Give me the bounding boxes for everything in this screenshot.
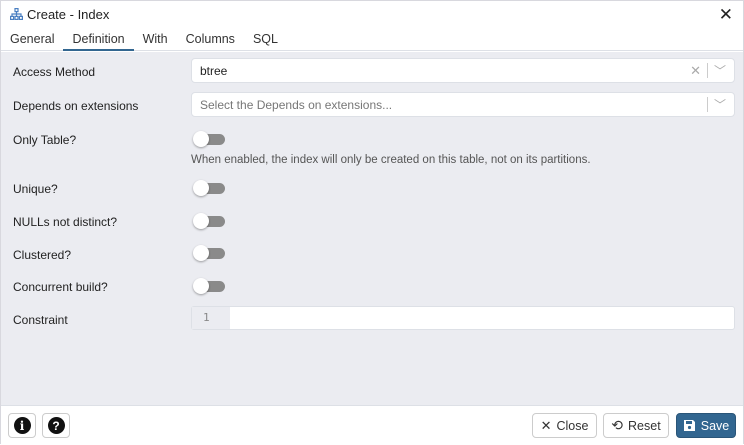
depends-label: Depends on extensions — [13, 99, 139, 113]
access-method-value: btree — [200, 63, 228, 78]
info-icon: i — [13, 417, 31, 434]
index-icon — [10, 8, 23, 20]
dialog-title-bar[interactable]: Create - Index ✕ — [1, 1, 743, 27]
create-index-dialog: Create - Index ✕ General Definition With… — [0, 0, 744, 445]
close-button[interactable]: ✕ Close — [532, 413, 597, 438]
constraint-editor[interactable]: 1 — [191, 306, 735, 330]
constraint-input[interactable] — [230, 307, 734, 329]
clear-icon[interactable]: ✕ — [690, 63, 701, 79]
close-icon: ✕ — [540, 417, 552, 433]
concurrent-build-toggle[interactable] — [193, 278, 225, 294]
access-method-select[interactable]: btree ✕ ﹀ — [191, 58, 735, 83]
depends-select[interactable]: Select the Depends on extensions... ﹀ — [191, 92, 735, 117]
reset-icon: ⟲ — [611, 417, 624, 433]
form-body: Access Method btree ✕ ﹀ Depends on extens… — [1, 52, 743, 405]
line-number: 1 — [192, 307, 230, 329]
only-table-label: Only Table? — [13, 133, 77, 147]
reset-label: Reset — [628, 418, 661, 433]
only-table-toggle[interactable] — [193, 131, 225, 147]
info-button[interactable]: i — [8, 413, 36, 438]
tab-sql[interactable]: SQL — [244, 27, 287, 50]
clustered-toggle[interactable] — [193, 245, 225, 261]
depends-placeholder: Select the Depends on extensions... — [200, 97, 393, 112]
close-icon[interactable]: ✕ — [719, 5, 733, 25]
tab-with[interactable]: With — [134, 27, 177, 50]
dialog-footer: i ? ✕ Close ⟲ Reset Save — [1, 405, 743, 445]
save-icon — [683, 420, 695, 431]
save-button[interactable]: Save — [676, 413, 736, 438]
help-icon: ? — [47, 417, 65, 434]
tab-definition[interactable]: Definition — [63, 27, 134, 51]
tab-general[interactable]: General — [1, 27, 63, 50]
reset-button[interactable]: ⟲ Reset — [603, 413, 669, 438]
unique-label: Unique? — [13, 182, 58, 196]
constraint-label: Constraint — [13, 313, 68, 327]
nulls-not-distinct-toggle[interactable] — [193, 213, 225, 229]
dialog-title: Create - Index — [27, 6, 110, 22]
nulls-not-distinct-label: NULLs not distinct? — [13, 215, 118, 229]
concurrent-build-label: Concurrent build? — [13, 280, 108, 294]
clustered-label: Clustered? — [13, 248, 72, 262]
access-method-label: Access Method — [13, 65, 96, 79]
unique-toggle[interactable] — [193, 180, 225, 196]
tab-columns[interactable]: Columns — [177, 27, 244, 50]
chevron-down-icon[interactable]: ﹀ — [714, 62, 726, 79]
save-label: Save — [700, 418, 730, 433]
tab-bar: General Definition With Columns SQL — [1, 27, 743, 51]
chevron-down-icon[interactable]: ﹀ — [714, 96, 726, 113]
close-label: Close — [556, 418, 589, 433]
only-table-help: When enabled, the index will only be cre… — [191, 154, 591, 166]
help-button[interactable]: ? — [42, 413, 70, 438]
